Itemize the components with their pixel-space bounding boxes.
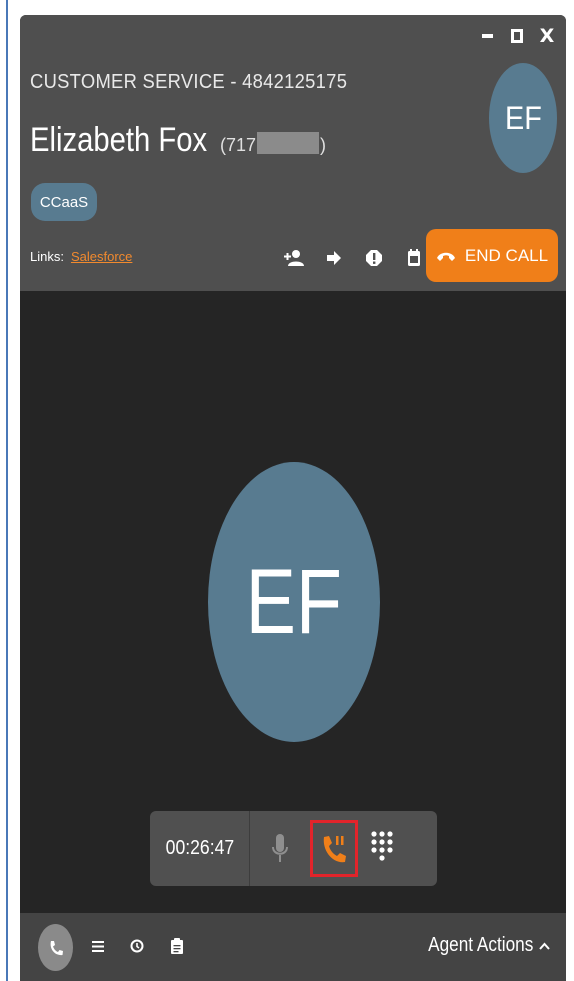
agent-actions-toggle[interactable]: Agent Actions xyxy=(411,934,550,957)
caller-avatar-large: EF xyxy=(208,462,380,742)
desktop-edge xyxy=(6,0,8,981)
end-call-label: END CALL xyxy=(464,245,549,265)
caller-name: Elizabeth Fox xyxy=(30,121,208,159)
header-actions xyxy=(274,245,434,271)
call-main-area: EF 00:26:47 xyxy=(20,291,566,913)
chevron-up-icon xyxy=(539,942,550,950)
phone-icon[interactable] xyxy=(38,924,73,971)
channel-tag[interactable]: CCaaS xyxy=(31,183,97,221)
clipboard-icon[interactable] xyxy=(167,934,187,958)
links-label: Links: xyxy=(30,249,64,264)
call-window: X CUSTOMER SERVICE - 4842125175 Elizabet… xyxy=(20,15,566,981)
caller-phone-suffix: ) xyxy=(320,135,327,155)
links-row: Links: Salesforce xyxy=(30,249,132,264)
caller-info: Elizabeth Fox (717 ) xyxy=(30,121,326,160)
minimize-icon[interactable] xyxy=(478,27,496,45)
transfer-arrow-icon[interactable] xyxy=(314,245,354,271)
hold-button[interactable] xyxy=(310,811,358,886)
dialpad-icon[interactable] xyxy=(358,811,406,886)
alert-icon[interactable] xyxy=(354,245,394,271)
footer-toolbar: Agent Actions xyxy=(20,913,566,981)
close-icon[interactable]: X xyxy=(538,26,556,45)
add-participant-icon[interactable] xyxy=(274,245,314,271)
call-timer: 00:26:47 xyxy=(150,811,250,886)
hold-highlight xyxy=(310,820,358,877)
salesforce-link[interactable]: Salesforce xyxy=(71,249,132,264)
large-avatar-initials: EF xyxy=(245,550,343,653)
phone-redaction xyxy=(257,132,320,154)
end-call-button[interactable]: END CALL xyxy=(426,229,558,282)
caller-avatar-small: EF xyxy=(489,63,557,173)
call-header: X CUSTOMER SERVICE - 4842125175 Elizabet… xyxy=(20,15,566,291)
avatar-initials: EF xyxy=(504,99,542,136)
call-controls-bar: 00:26:47 xyxy=(150,811,437,886)
hold-call-icon xyxy=(323,835,346,862)
history-icon[interactable] xyxy=(127,934,147,958)
caller-phone: (717 ) xyxy=(220,129,326,156)
microphone-icon[interactable] xyxy=(250,811,310,886)
hangup-icon xyxy=(436,252,455,261)
maximize-icon[interactable] xyxy=(508,27,526,45)
list-icon[interactable] xyxy=(88,934,108,958)
agent-actions-label: Agent Actions xyxy=(427,934,533,956)
caller-phone-prefix: (717 xyxy=(220,135,257,155)
queue-line: CUSTOMER SERVICE - 4842125175 xyxy=(30,71,348,93)
window-controls: X xyxy=(478,26,556,45)
call-timer-value: 00:26:47 xyxy=(165,837,234,859)
